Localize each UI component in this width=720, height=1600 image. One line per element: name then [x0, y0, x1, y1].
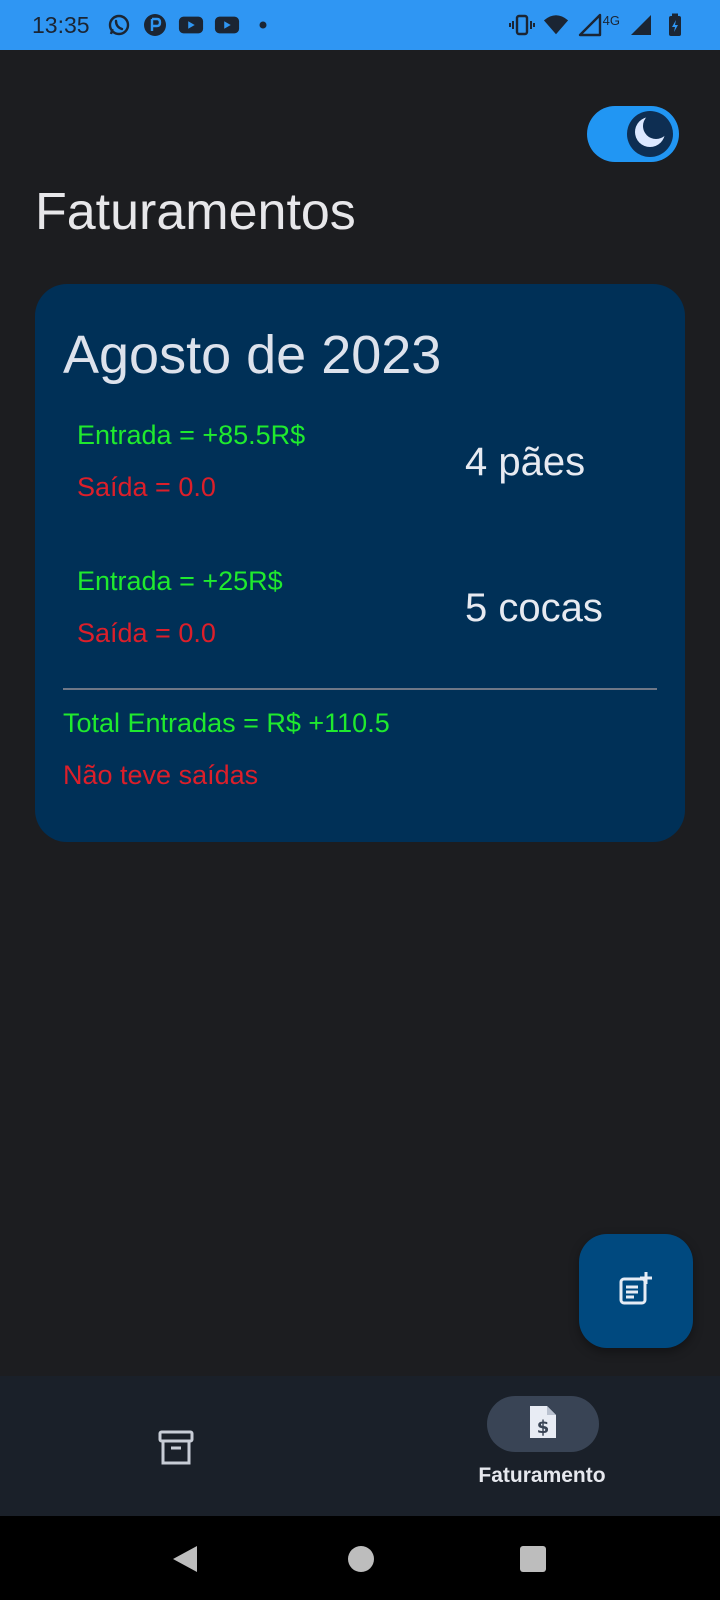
- network-type-label: 4G: [602, 12, 620, 28]
- nav-item-faturamento[interactable]: $ Faturamento: [470, 1396, 614, 1496]
- status-notification-icons: [106, 12, 276, 38]
- list-item: Entrada = +85.5R$ Saída = 0.0 4 pães: [35, 420, 685, 540]
- entry-income: Entrada = +25R$: [77, 566, 283, 596]
- battery-icon: [662, 12, 688, 38]
- recents-icon[interactable]: [518, 1544, 548, 1574]
- billing-card: Agosto de 2023 Entrada = +85.5R$ Saída =…: [35, 284, 685, 842]
- home-icon[interactable]: [346, 1544, 376, 1574]
- toggle-knob: [627, 111, 673, 157]
- dot-icon: [250, 12, 276, 38]
- bottom-navigation: $ Faturamento: [0, 1376, 720, 1516]
- add-billing-button[interactable]: [579, 1234, 693, 1348]
- theme-toggle[interactable]: [587, 106, 679, 162]
- entry-quantity: 5 cocas: [465, 586, 603, 630]
- divider: [63, 688, 657, 690]
- system-navigation-bar: [0, 1516, 720, 1600]
- card-month-title: Agosto de 2023: [63, 325, 442, 385]
- youtube-icon: [178, 12, 204, 38]
- svg-text:$: $: [537, 1417, 550, 1438]
- archive-icon: [156, 1428, 196, 1473]
- youtube-icon: [214, 12, 240, 38]
- status-system-icons: 4G: [508, 12, 688, 38]
- entry-expense: Saída = 0.0: [77, 472, 216, 502]
- add-note-icon: [616, 1269, 656, 1314]
- whatsapp-icon: [106, 12, 132, 38]
- invoice-dollar-icon: $: [527, 1404, 559, 1445]
- list-item: Entrada = +25R$ Saída = 0.0 5 cocas: [35, 566, 685, 686]
- back-icon[interactable]: [170, 1544, 200, 1574]
- vibrate-icon: [508, 12, 535, 38]
- total-expense: Não teve saídas: [63, 760, 259, 790]
- entry-quantity: 4 pães: [465, 440, 586, 484]
- nav-active-indicator: $: [487, 1396, 599, 1452]
- moon-icon: [630, 112, 670, 157]
- nav-item-archive[interactable]: [150, 1424, 202, 1476]
- entry-income: Entrada = +85.5R$: [77, 420, 306, 450]
- total-income: Total Entradas = R$ +110.5: [63, 708, 390, 738]
- page-title: Faturamentos: [35, 183, 356, 241]
- entry-expense: Saída = 0.0: [77, 618, 216, 648]
- signal-icon: [577, 12, 603, 38]
- screen: 13:35 4G Faturamentos Agosto de 2023 Ent…: [0, 0, 720, 1600]
- nav-label-faturamento: Faturamento: [478, 1464, 606, 1487]
- wifi-icon: [543, 12, 569, 38]
- status-bar: 13:35 4G: [0, 0, 720, 50]
- app-icon: [142, 12, 168, 38]
- signal-icon: [628, 12, 654, 38]
- status-time: 13:35: [32, 11, 90, 38]
